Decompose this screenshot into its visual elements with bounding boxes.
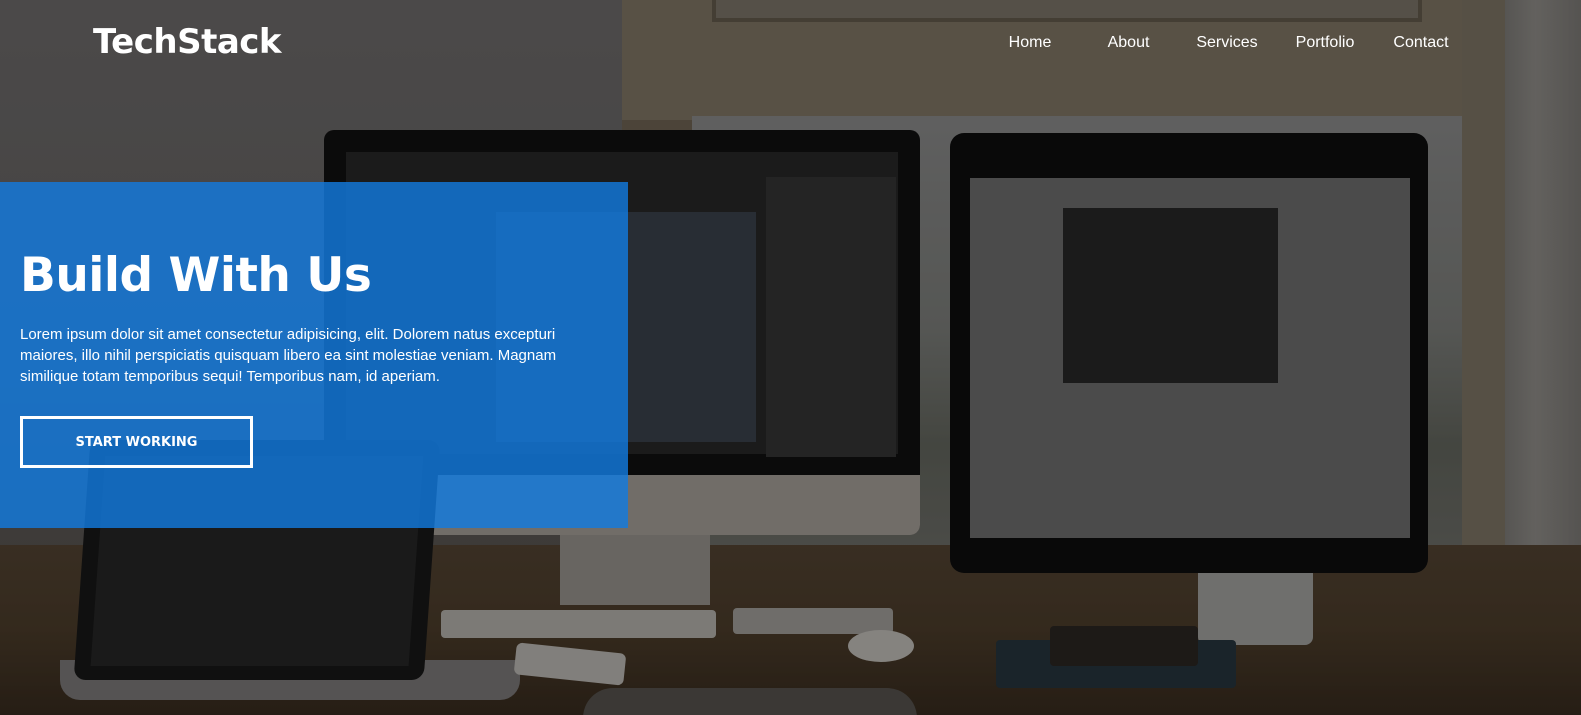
nav-home[interactable]: Home <box>980 34 1080 52</box>
nav-about[interactable]: About <box>1080 34 1177 52</box>
hero-title: Build With Us <box>20 248 372 303</box>
nav-portfolio[interactable]: Portfolio <box>1277 34 1373 52</box>
start-working-button[interactable]: START WORKING <box>20 416 253 468</box>
hero-description: Lorem ipsum dolor sit amet consectetur a… <box>20 326 557 385</box>
main-nav: Home About Services Portfolio Contact <box>980 34 1469 52</box>
logo[interactable]: TechStack <box>93 22 282 62</box>
nav-contact[interactable]: Contact <box>1373 34 1469 52</box>
hero-panel: Build With Us Lorem ipsum dolor sit amet… <box>0 182 628 528</box>
nav-services[interactable]: Services <box>1177 34 1277 52</box>
